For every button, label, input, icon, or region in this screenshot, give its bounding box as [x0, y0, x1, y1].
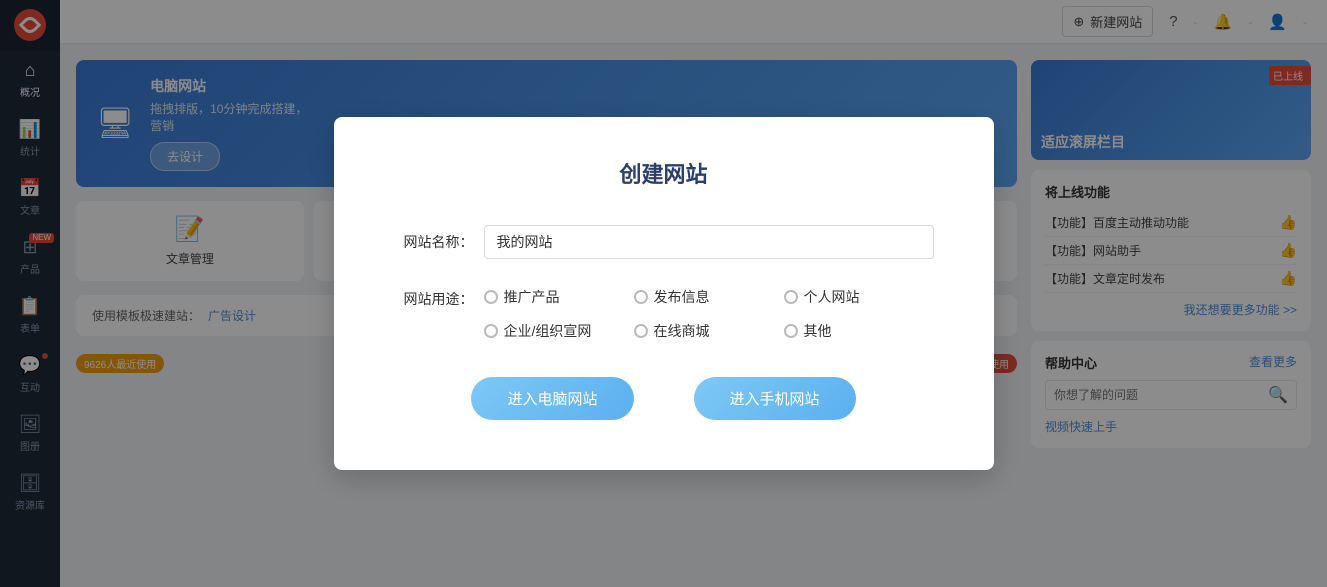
enter-mobile-button[interactable]: 进入手机网站	[694, 377, 856, 420]
radio-circle-personal	[784, 290, 798, 304]
radio-circle-promote	[484, 290, 498, 304]
enter-desktop-button[interactable]: 进入电脑网站	[471, 377, 633, 420]
site-name-row: 网站名称：	[394, 225, 934, 259]
site-purpose-row: 网站用途： 推广产品 发布信息 个人网站 企业/组织宣网	[394, 287, 934, 341]
site-name-label: 网站名称：	[394, 232, 474, 252]
site-name-input[interactable]	[484, 225, 934, 259]
radio-label-info: 发布信息	[654, 287, 710, 307]
dialog-btn-row: 进入电脑网站 进入手机网站	[394, 377, 934, 420]
dialog-title: 创建网站	[394, 157, 934, 189]
radio-personal[interactable]: 个人网站	[784, 287, 934, 307]
radio-label-personal: 个人网站	[804, 287, 860, 307]
radio-group: 推广产品 发布信息 个人网站 企业/组织宣网 在线商城	[484, 287, 934, 341]
modal-overlay[interactable]: 创建网站 网站名称： 网站用途： 推广产品 发布信息 个人网站	[0, 0, 1327, 587]
radio-label-company: 企业/组织宣网	[504, 321, 592, 341]
radio-company[interactable]: 企业/组织宣网	[484, 321, 634, 341]
radio-label-shop: 在线商城	[654, 321, 710, 341]
radio-circle-other	[784, 324, 798, 338]
radio-circle-shop	[634, 324, 648, 338]
radio-label-promote: 推广产品	[504, 287, 560, 307]
site-purpose-label: 网站用途：	[394, 289, 474, 309]
radio-shop[interactable]: 在线商城	[634, 321, 784, 341]
create-site-dialog: 创建网站 网站名称： 网站用途： 推广产品 发布信息 个人网站	[334, 117, 994, 470]
radio-label-other: 其他	[804, 321, 832, 341]
radio-circle-company	[484, 324, 498, 338]
radio-info[interactable]: 发布信息	[634, 287, 784, 307]
radio-promote[interactable]: 推广产品	[484, 287, 634, 307]
radio-circle-info	[634, 290, 648, 304]
radio-other[interactable]: 其他	[784, 321, 934, 341]
